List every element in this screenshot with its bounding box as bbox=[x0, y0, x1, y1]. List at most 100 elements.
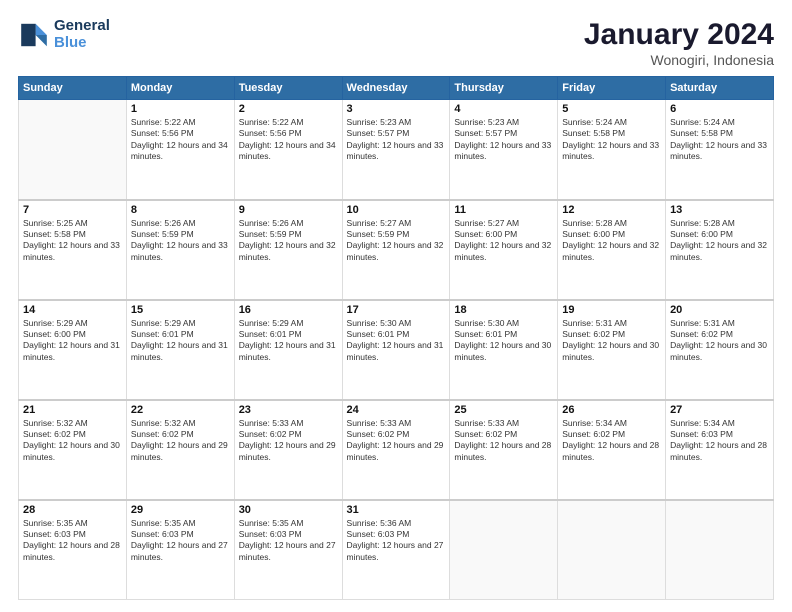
day-info: Sunrise: 5:32 AM Sunset: 6:02 PM Dayligh… bbox=[131, 418, 230, 464]
calendar-cell: 29 Sunrise: 5:35 AM Sunset: 6:03 PM Dayl… bbox=[126, 500, 234, 600]
main-title: January 2024 bbox=[584, 18, 774, 52]
calendar-cell: 27 Sunrise: 5:34 AM Sunset: 6:03 PM Dayl… bbox=[666, 400, 774, 500]
day-number: 8 bbox=[131, 204, 230, 216]
day-info: Sunrise: 5:24 AM Sunset: 5:58 PM Dayligh… bbox=[562, 117, 661, 163]
day-number: 10 bbox=[347, 204, 446, 216]
calendar-cell: 22 Sunrise: 5:32 AM Sunset: 6:02 PM Dayl… bbox=[126, 400, 234, 500]
day-info: Sunrise: 5:32 AM Sunset: 6:02 PM Dayligh… bbox=[23, 418, 122, 464]
weekday-header: Tuesday bbox=[234, 77, 342, 100]
day-info: Sunrise: 5:28 AM Sunset: 6:00 PM Dayligh… bbox=[670, 218, 769, 264]
day-number: 23 bbox=[239, 404, 338, 416]
calendar-cell: 31 Sunrise: 5:36 AM Sunset: 6:03 PM Dayl… bbox=[342, 500, 450, 600]
calendar-cell: 24 Sunrise: 5:33 AM Sunset: 6:02 PM Dayl… bbox=[342, 400, 450, 500]
calendar-cell: 9 Sunrise: 5:26 AM Sunset: 5:59 PM Dayli… bbox=[234, 200, 342, 300]
day-number: 11 bbox=[454, 204, 553, 216]
weekday-header: Wednesday bbox=[342, 77, 450, 100]
day-number: 3 bbox=[347, 103, 446, 115]
logo-line2: Blue bbox=[54, 34, 87, 51]
calendar-cell: 7 Sunrise: 5:25 AM Sunset: 5:58 PM Dayli… bbox=[19, 200, 127, 300]
day-number: 16 bbox=[239, 304, 338, 316]
day-info: Sunrise: 5:29 AM Sunset: 6:01 PM Dayligh… bbox=[239, 318, 338, 364]
calendar-cell: 30 Sunrise: 5:35 AM Sunset: 6:03 PM Dayl… bbox=[234, 500, 342, 600]
calendar-cell: 1 Sunrise: 5:22 AM Sunset: 5:56 PM Dayli… bbox=[126, 100, 234, 200]
day-info: Sunrise: 5:30 AM Sunset: 6:01 PM Dayligh… bbox=[454, 318, 553, 364]
day-info: Sunrise: 5:35 AM Sunset: 6:03 PM Dayligh… bbox=[131, 518, 230, 564]
day-info: Sunrise: 5:34 AM Sunset: 6:02 PM Dayligh… bbox=[562, 418, 661, 464]
calendar-cell: 11 Sunrise: 5:27 AM Sunset: 6:00 PM Dayl… bbox=[450, 200, 558, 300]
day-info: Sunrise: 5:30 AM Sunset: 6:01 PM Dayligh… bbox=[347, 318, 446, 364]
title-section: January 2024 Wonogiri, Indonesia bbox=[584, 18, 774, 68]
calendar-cell: 20 Sunrise: 5:31 AM Sunset: 6:02 PM Dayl… bbox=[666, 300, 774, 400]
day-info: Sunrise: 5:22 AM Sunset: 5:56 PM Dayligh… bbox=[239, 117, 338, 163]
day-number: 26 bbox=[562, 404, 661, 416]
calendar-cell: 2 Sunrise: 5:22 AM Sunset: 5:56 PM Dayli… bbox=[234, 100, 342, 200]
header: General Blue January 2024 Wonogiri, Indo… bbox=[18, 18, 774, 68]
day-number: 7 bbox=[23, 204, 122, 216]
calendar-cell: 13 Sunrise: 5:28 AM Sunset: 6:00 PM Dayl… bbox=[666, 200, 774, 300]
day-number: 31 bbox=[347, 504, 446, 516]
day-number: 20 bbox=[670, 304, 769, 316]
day-info: Sunrise: 5:24 AM Sunset: 5:58 PM Dayligh… bbox=[670, 117, 769, 163]
day-number: 6 bbox=[670, 103, 769, 115]
day-number: 5 bbox=[562, 103, 661, 115]
calendar-cell bbox=[450, 500, 558, 600]
day-info: Sunrise: 5:27 AM Sunset: 6:00 PM Dayligh… bbox=[454, 218, 553, 264]
calendar-cell: 19 Sunrise: 5:31 AM Sunset: 6:02 PM Dayl… bbox=[558, 300, 666, 400]
calendar-cell: 28 Sunrise: 5:35 AM Sunset: 6:03 PM Dayl… bbox=[19, 500, 127, 600]
day-info: Sunrise: 5:35 AM Sunset: 6:03 PM Dayligh… bbox=[23, 518, 122, 564]
calendar-cell: 12 Sunrise: 5:28 AM Sunset: 6:00 PM Dayl… bbox=[558, 200, 666, 300]
calendar-cell: 8 Sunrise: 5:26 AM Sunset: 5:59 PM Dayli… bbox=[126, 200, 234, 300]
page: General Blue January 2024 Wonogiri, Indo… bbox=[0, 0, 792, 612]
day-info: Sunrise: 5:26 AM Sunset: 5:59 PM Dayligh… bbox=[131, 218, 230, 264]
day-number: 22 bbox=[131, 404, 230, 416]
day-number: 28 bbox=[23, 504, 122, 516]
day-info: Sunrise: 5:33 AM Sunset: 6:02 PM Dayligh… bbox=[454, 418, 553, 464]
day-info: Sunrise: 5:34 AM Sunset: 6:03 PM Dayligh… bbox=[670, 418, 769, 464]
logo-text: General Blue bbox=[54, 18, 110, 51]
day-info: Sunrise: 5:26 AM Sunset: 5:59 PM Dayligh… bbox=[239, 218, 338, 264]
calendar-cell bbox=[666, 500, 774, 600]
day-number: 17 bbox=[347, 304, 446, 316]
day-info: Sunrise: 5:35 AM Sunset: 6:03 PM Dayligh… bbox=[239, 518, 338, 564]
calendar-cell: 15 Sunrise: 5:29 AM Sunset: 6:01 PM Dayl… bbox=[126, 300, 234, 400]
day-info: Sunrise: 5:28 AM Sunset: 6:00 PM Dayligh… bbox=[562, 218, 661, 264]
calendar-cell: 17 Sunrise: 5:30 AM Sunset: 6:01 PM Dayl… bbox=[342, 300, 450, 400]
day-number: 18 bbox=[454, 304, 553, 316]
calendar-cell: 6 Sunrise: 5:24 AM Sunset: 5:58 PM Dayli… bbox=[666, 100, 774, 200]
calendar-cell bbox=[19, 100, 127, 200]
day-number: 19 bbox=[562, 304, 661, 316]
day-info: Sunrise: 5:31 AM Sunset: 6:02 PM Dayligh… bbox=[562, 318, 661, 364]
weekday-header: Thursday bbox=[450, 77, 558, 100]
day-info: Sunrise: 5:29 AM Sunset: 6:01 PM Dayligh… bbox=[131, 318, 230, 364]
calendar-cell: 16 Sunrise: 5:29 AM Sunset: 6:01 PM Dayl… bbox=[234, 300, 342, 400]
day-info: Sunrise: 5:23 AM Sunset: 5:57 PM Dayligh… bbox=[347, 117, 446, 163]
day-info: Sunrise: 5:25 AM Sunset: 5:58 PM Dayligh… bbox=[23, 218, 122, 264]
day-number: 24 bbox=[347, 404, 446, 416]
day-number: 21 bbox=[23, 404, 122, 416]
weekday-header: Saturday bbox=[666, 77, 774, 100]
day-number: 29 bbox=[131, 504, 230, 516]
day-info: Sunrise: 5:31 AM Sunset: 6:02 PM Dayligh… bbox=[670, 318, 769, 364]
day-info: Sunrise: 5:23 AM Sunset: 5:57 PM Dayligh… bbox=[454, 117, 553, 163]
day-number: 30 bbox=[239, 504, 338, 516]
calendar-cell: 26 Sunrise: 5:34 AM Sunset: 6:02 PM Dayl… bbox=[558, 400, 666, 500]
day-number: 2 bbox=[239, 103, 338, 115]
calendar-cell: 25 Sunrise: 5:33 AM Sunset: 6:02 PM Dayl… bbox=[450, 400, 558, 500]
day-info: Sunrise: 5:29 AM Sunset: 6:00 PM Dayligh… bbox=[23, 318, 122, 364]
logo-line1: General bbox=[54, 18, 110, 35]
day-number: 27 bbox=[670, 404, 769, 416]
subtitle: Wonogiri, Indonesia bbox=[584, 52, 774, 68]
calendar-cell bbox=[558, 500, 666, 600]
day-number: 15 bbox=[131, 304, 230, 316]
day-number: 9 bbox=[239, 204, 338, 216]
day-number: 13 bbox=[670, 204, 769, 216]
weekday-header: Friday bbox=[558, 77, 666, 100]
day-info: Sunrise: 5:33 AM Sunset: 6:02 PM Dayligh… bbox=[239, 418, 338, 464]
calendar-cell: 3 Sunrise: 5:23 AM Sunset: 5:57 PM Dayli… bbox=[342, 100, 450, 200]
day-info: Sunrise: 5:22 AM Sunset: 5:56 PM Dayligh… bbox=[131, 117, 230, 163]
weekday-header: Monday bbox=[126, 77, 234, 100]
weekday-header: Sunday bbox=[19, 77, 127, 100]
day-number: 12 bbox=[562, 204, 661, 216]
calendar-cell: 4 Sunrise: 5:23 AM Sunset: 5:57 PM Dayli… bbox=[450, 100, 558, 200]
calendar-cell: 21 Sunrise: 5:32 AM Sunset: 6:02 PM Dayl… bbox=[19, 400, 127, 500]
